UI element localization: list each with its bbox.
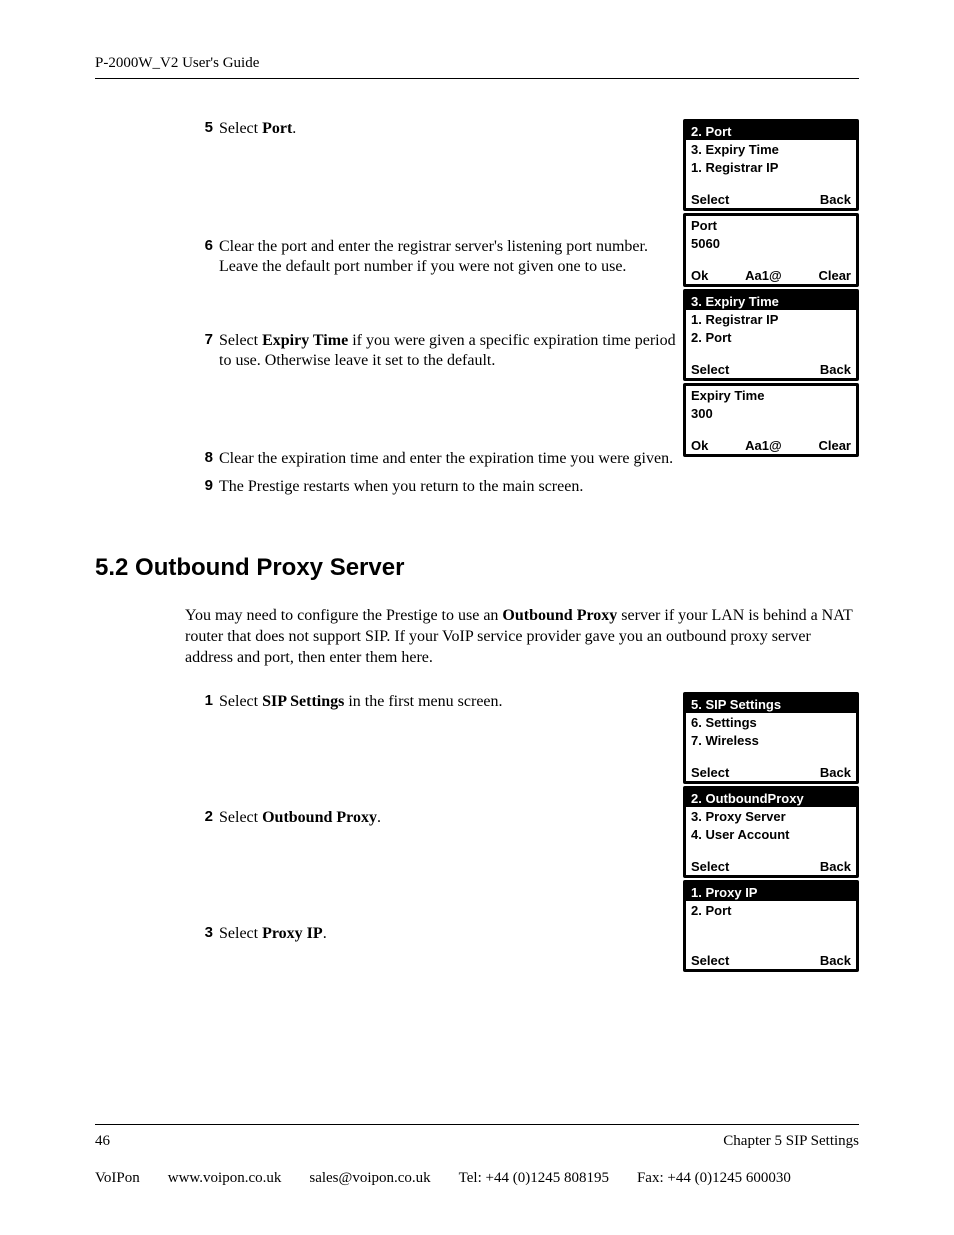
softkey-right: Clear [818, 438, 851, 453]
step-number: 3 [195, 924, 213, 943]
section-heading: 5.2 Outbound Proxy Server [95, 554, 859, 582]
softkey-center: Aa1@ [745, 268, 782, 283]
menu-item-selected: 2. Port [686, 122, 856, 140]
step-text: The Prestige restarts when you return to… [213, 477, 679, 497]
menu-item: 4. User Account [686, 825, 856, 843]
menu-item: 2. Port [686, 901, 856, 919]
step-number: 1 [195, 692, 213, 711]
step-text: Clear the expiration time and enter the … [213, 449, 679, 469]
field-label: Expiry Time [686, 386, 856, 404]
softkey-left: Select [691, 953, 729, 968]
step-text: Select Outbound Proxy. [213, 808, 679, 828]
menu-item-selected: 5. SIP Settings [686, 695, 856, 713]
menu-item: 7. Wireless [686, 731, 856, 749]
softkey-right: Back [820, 765, 851, 780]
softkey-left: Ok [691, 268, 708, 283]
menu-item: 3. Proxy Server [686, 807, 856, 825]
field-label: Port [686, 216, 856, 234]
menu-item-selected: 3. Expiry Time [686, 292, 856, 310]
step-number: 8 [195, 449, 213, 468]
softkey-left: Select [691, 362, 729, 377]
footer-rule [95, 1124, 859, 1125]
step-number: 5 [195, 119, 213, 138]
phone-screen: 3. Expiry Time 1. Registrar IP 2. Port S… [683, 289, 859, 381]
step-text: Select Port. [213, 119, 679, 139]
softkey-left: Select [691, 192, 729, 207]
step-text: Select Expiry Time if you were given a s… [213, 331, 679, 372]
page-number: 46 [95, 1133, 110, 1150]
step-text: Select SIP Settings in the first menu sc… [213, 692, 679, 712]
field-value: 300 [686, 404, 856, 422]
softkey-right: Back [820, 953, 851, 968]
phone-screen: Port 5060 Ok Aa1@ Clear [683, 213, 859, 287]
menu-item: 3. Expiry Time [686, 140, 856, 158]
phone-screen: Expiry Time 300 Ok Aa1@ Clear [683, 383, 859, 457]
softkey-left: Select [691, 859, 729, 874]
header-rule [95, 78, 859, 79]
phone-screen: 2. Port 3. Expiry Time 1. Registrar IP S… [683, 119, 859, 211]
section-intro: You may need to configure the Prestige t… [95, 606, 859, 668]
step-text: Select Proxy IP. [213, 924, 679, 944]
phone-screen: 5. SIP Settings 6. Settings 7. Wireless … [683, 692, 859, 784]
step-text: Clear the port and enter the registrar s… [213, 237, 679, 278]
menu-item: 6. Settings [686, 713, 856, 731]
doc-header: P-2000W_V2 User's Guide [95, 55, 859, 72]
step-number: 7 [195, 331, 213, 350]
field-value: 5060 [686, 234, 856, 252]
contact-line: VoIPon www.voipon.co.uk sales@voipon.co.… [95, 1170, 859, 1187]
step-number: 9 [195, 477, 213, 496]
softkey-left: Select [691, 765, 729, 780]
menu-item-selected: 1. Proxy IP [686, 883, 856, 901]
softkey-right: Back [820, 362, 851, 377]
softkey-right: Back [820, 859, 851, 874]
softkey-right: Clear [818, 268, 851, 283]
softkey-left: Ok [691, 438, 708, 453]
chapter-label: Chapter 5 SIP Settings [723, 1133, 859, 1150]
softkey-right: Back [820, 192, 851, 207]
softkey-center: Aa1@ [745, 438, 782, 453]
menu-item: 1. Registrar IP [686, 158, 856, 176]
menu-item: 1. Registrar IP [686, 310, 856, 328]
phone-screen: 2. OutboundProxy 3. Proxy Server 4. User… [683, 786, 859, 878]
step-number: 6 [195, 237, 213, 256]
menu-item [686, 919, 856, 937]
step-number: 2 [195, 808, 213, 827]
menu-item: 2. Port [686, 328, 856, 346]
menu-item-selected: 2. OutboundProxy [686, 789, 856, 807]
phone-screen: 1. Proxy IP 2. Port Select Back [683, 880, 859, 972]
